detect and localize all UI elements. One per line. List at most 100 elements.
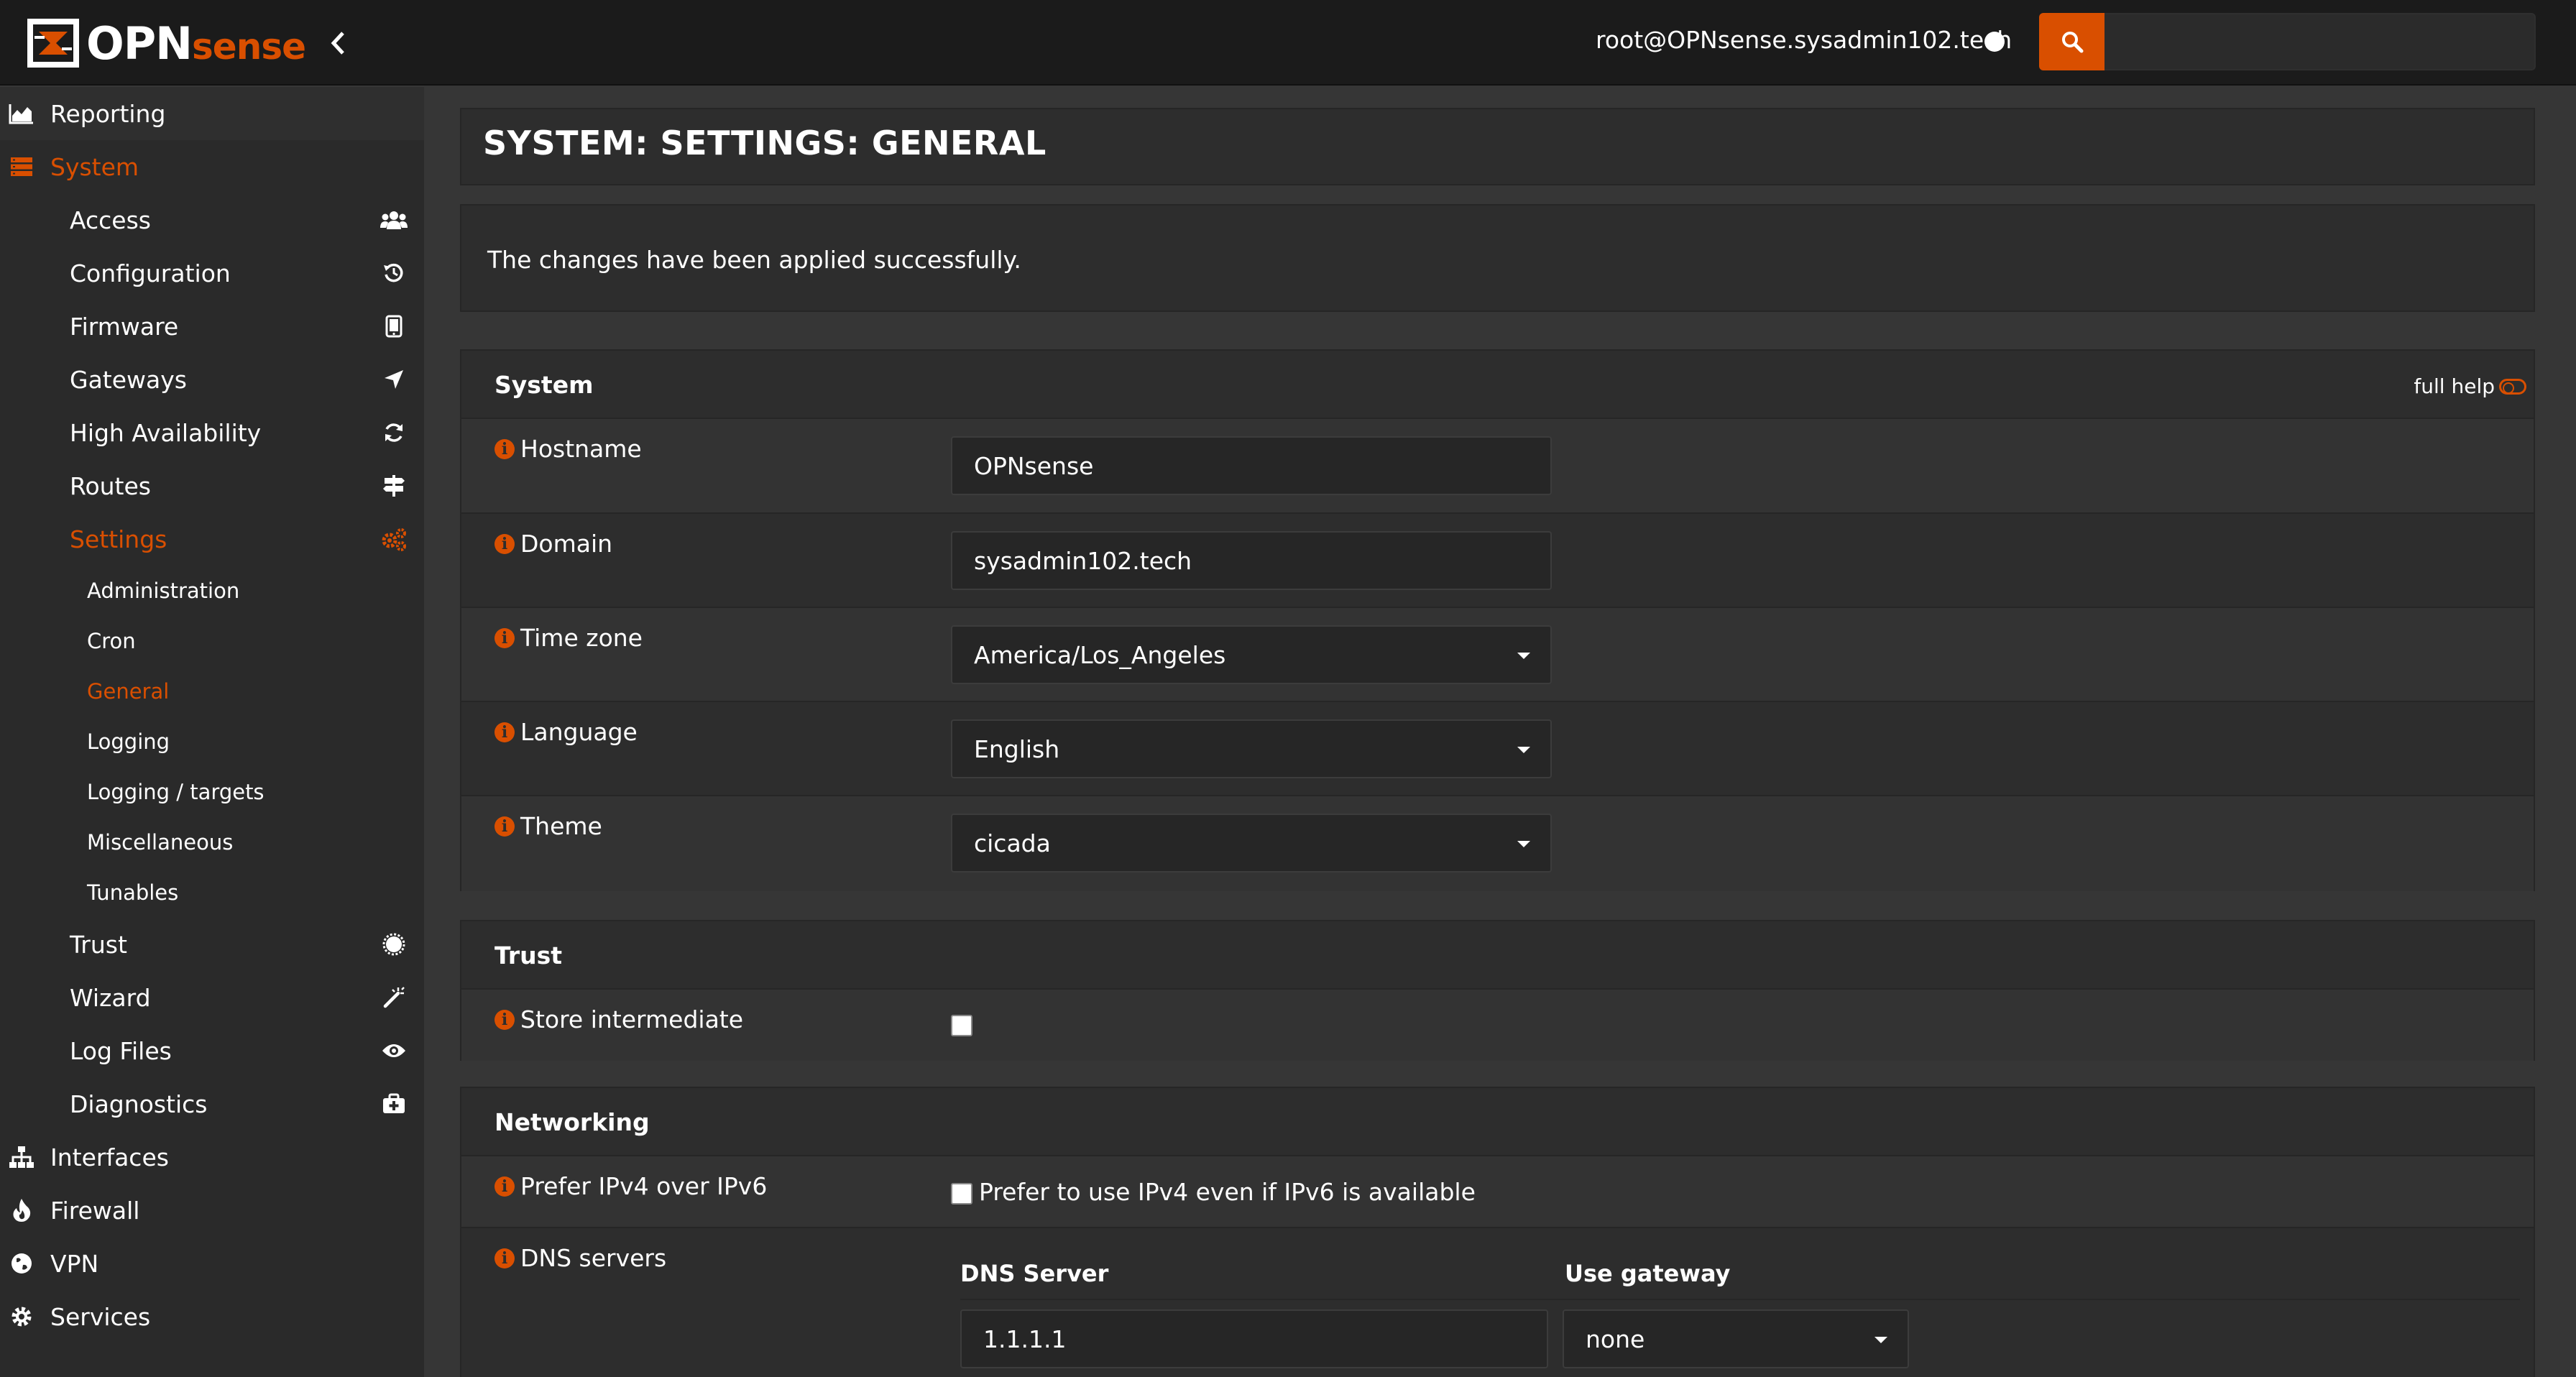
info-icon[interactable]: i: [494, 1009, 515, 1030]
sidebar-item-wizard[interactable]: Wizard: [0, 971, 424, 1024]
info-icon[interactable]: i: [494, 533, 515, 554]
sidebar-item-system[interactable]: System: [0, 140, 424, 193]
sidebar-item-configuration[interactable]: Configuration: [0, 247, 424, 300]
caret-down-icon: [1517, 653, 1530, 659]
top-bar: OPNsense root@OPNsense.sysadmin102.tech: [0, 0, 2576, 86]
sidebar-item-gateways[interactable]: Gateways: [0, 353, 424, 406]
users-icon: [380, 206, 408, 234]
networking-section-header: Networking: [461, 1088, 2534, 1156]
chart-area-icon: [7, 99, 36, 128]
sidebar-item-reporting[interactable]: Reporting: [0, 87, 424, 140]
sidebar-item-high-availability[interactable]: High Availability: [0, 406, 424, 459]
magic-wand-icon: [380, 983, 408, 1012]
prefer-ipv4-checkbox-label[interactable]: Prefer to use IPv4 even if IPv6 is avail…: [979, 1178, 1476, 1206]
sidebar-item-services[interactable]: Services: [0, 1290, 424, 1343]
networking-section: Networking i Prefer IPv4 over IPv6 Prefe…: [460, 1087, 2535, 1377]
hostname-label: Hostname: [520, 435, 642, 463]
sidebar-item-routes[interactable]: Routes: [0, 459, 424, 512]
domain-row: i Domain sysadmin102.tech: [461, 514, 2534, 608]
time-zone-row: i Time zone America/Los_Angeles: [461, 608, 2534, 702]
sidebar-item-logging[interactable]: Logging: [0, 717, 424, 767]
status-dot-icon[interactable]: [1984, 32, 2005, 52]
info-icon[interactable]: i: [494, 627, 515, 648]
store-intermediate-checkbox[interactable]: [951, 1015, 972, 1036]
sidebar-item-vpn[interactable]: VPN: [0, 1237, 424, 1290]
dns-gateway-select[interactable]: none: [1563, 1309, 1909, 1368]
search-input[interactable]: [2104, 13, 2536, 70]
collapse-sidebar-button[interactable]: [323, 27, 352, 59]
sidebar-item-firewall[interactable]: Firewall: [0, 1184, 424, 1237]
sidebar-item-tunables[interactable]: Tunables: [0, 867, 424, 918]
globe-icon: [7, 1249, 36, 1278]
sidebar-item-settings[interactable]: Settings: [0, 512, 424, 566]
search-button[interactable]: [2039, 13, 2104, 70]
dns-server-column-header: DNS Server: [960, 1260, 1109, 1287]
store-intermediate-row: i Store intermediate: [461, 990, 2534, 1061]
use-gateway-column-header: Use gateway: [1565, 1260, 1731, 1287]
sidebar-item-access[interactable]: Access: [0, 193, 424, 247]
sidebar-item-trust[interactable]: Trust: [0, 918, 424, 971]
sidebar-item-firmware[interactable]: Firmware: [0, 300, 424, 353]
sidebar-item-diagnostics[interactable]: Diagnostics: [0, 1077, 424, 1130]
language-row: i Language English: [461, 702, 2534, 796]
trust-section-title: Trust: [494, 941, 563, 970]
language-select[interactable]: English: [951, 719, 1552, 778]
success-alert: The changes have been applied successful…: [460, 204, 2535, 312]
sidebar-item-administration[interactable]: Administration: [0, 566, 424, 616]
prefer-ipv4-label: Prefer IPv4 over IPv6: [520, 1172, 768, 1200]
location-arrow-icon: [380, 365, 408, 394]
server-icon: [7, 152, 36, 181]
sidebar-item-logging-targets[interactable]: Logging / targets: [0, 767, 424, 817]
networking-section-title: Networking: [494, 1108, 650, 1136]
info-icon[interactable]: i: [494, 722, 515, 742]
info-icon[interactable]: i: [494, 1176, 515, 1197]
sidebar: Reporting System Access Configuration Fi…: [0, 87, 424, 1377]
page-title: SYSTEM: SETTINGS: GENERAL: [483, 124, 1046, 162]
page-title-panel: SYSTEM: SETTINGS: GENERAL: [460, 108, 2535, 185]
prefer-ipv4-checkbox[interactable]: [951, 1183, 972, 1205]
info-icon[interactable]: i: [494, 816, 515, 837]
dns-servers-row: i DNS servers DNS Server Use gateway 1.1…: [461, 1228, 2534, 1377]
fire-icon: [7, 1196, 36, 1225]
cog-icon: [7, 1302, 36, 1331]
hostname-row: i Hostname OPNsense: [461, 419, 2534, 514]
medkit-icon: [380, 1090, 408, 1118]
time-zone-label: Time zone: [520, 624, 643, 652]
store-intermediate-label: Store intermediate: [520, 1005, 744, 1033]
opnsense-logo[interactable]: OPNsense: [24, 13, 306, 73]
sidebar-item-cron[interactable]: Cron: [0, 616, 424, 666]
full-help-toggle[interactable]: full help: [2414, 374, 2526, 398]
logo-text: OPNsense: [86, 17, 306, 70]
domain-label: Domain: [520, 530, 613, 558]
certificate-icon: [380, 930, 408, 959]
system-section-header: System full help: [461, 351, 2534, 419]
sidebar-item-interfaces[interactable]: Interfaces: [0, 1130, 424, 1184]
dns-servers-label: DNS servers: [520, 1244, 667, 1272]
sidebar-item-miscellaneous[interactable]: Miscellaneous: [0, 817, 424, 867]
toggle-icon: [2499, 378, 2526, 395]
success-message: The changes have been applied successful…: [487, 246, 1021, 274]
user-label[interactable]: root@OPNsense.sysadmin102.tech: [1596, 26, 2012, 54]
info-icon[interactable]: i: [494, 438, 515, 459]
sitemap-icon: [7, 1143, 36, 1171]
hostname-input[interactable]: OPNsense: [951, 436, 1552, 495]
language-label: Language: [520, 718, 638, 746]
theme-label: Theme: [520, 812, 602, 840]
dns-server-input[interactable]: 1.1.1.1: [960, 1309, 1548, 1368]
history-icon: [380, 259, 408, 287]
eye-icon: [380, 1036, 408, 1065]
prefer-ipv4-row: i Prefer IPv4 over IPv6 Prefer to use IP…: [461, 1156, 2534, 1228]
theme-select[interactable]: cicada: [951, 814, 1552, 872]
info-icon[interactable]: i: [494, 1248, 515, 1268]
domain-input[interactable]: sysadmin102.tech: [951, 531, 1552, 590]
tablet-icon: [380, 312, 408, 341]
system-section: System full help i Hostname OPNsense i D…: [460, 349, 2535, 891]
sidebar-item-log-files[interactable]: Log Files: [0, 1024, 424, 1077]
caret-down-icon: [1517, 747, 1530, 753]
time-zone-select[interactable]: America/Los_Angeles: [951, 625, 1552, 684]
opnsense-logo-mark-icon: [27, 19, 79, 68]
sidebar-item-general[interactable]: General: [0, 666, 424, 717]
caret-down-icon: [1517, 841, 1530, 847]
map-signs-icon: [380, 471, 408, 500]
refresh-icon: [380, 418, 408, 447]
